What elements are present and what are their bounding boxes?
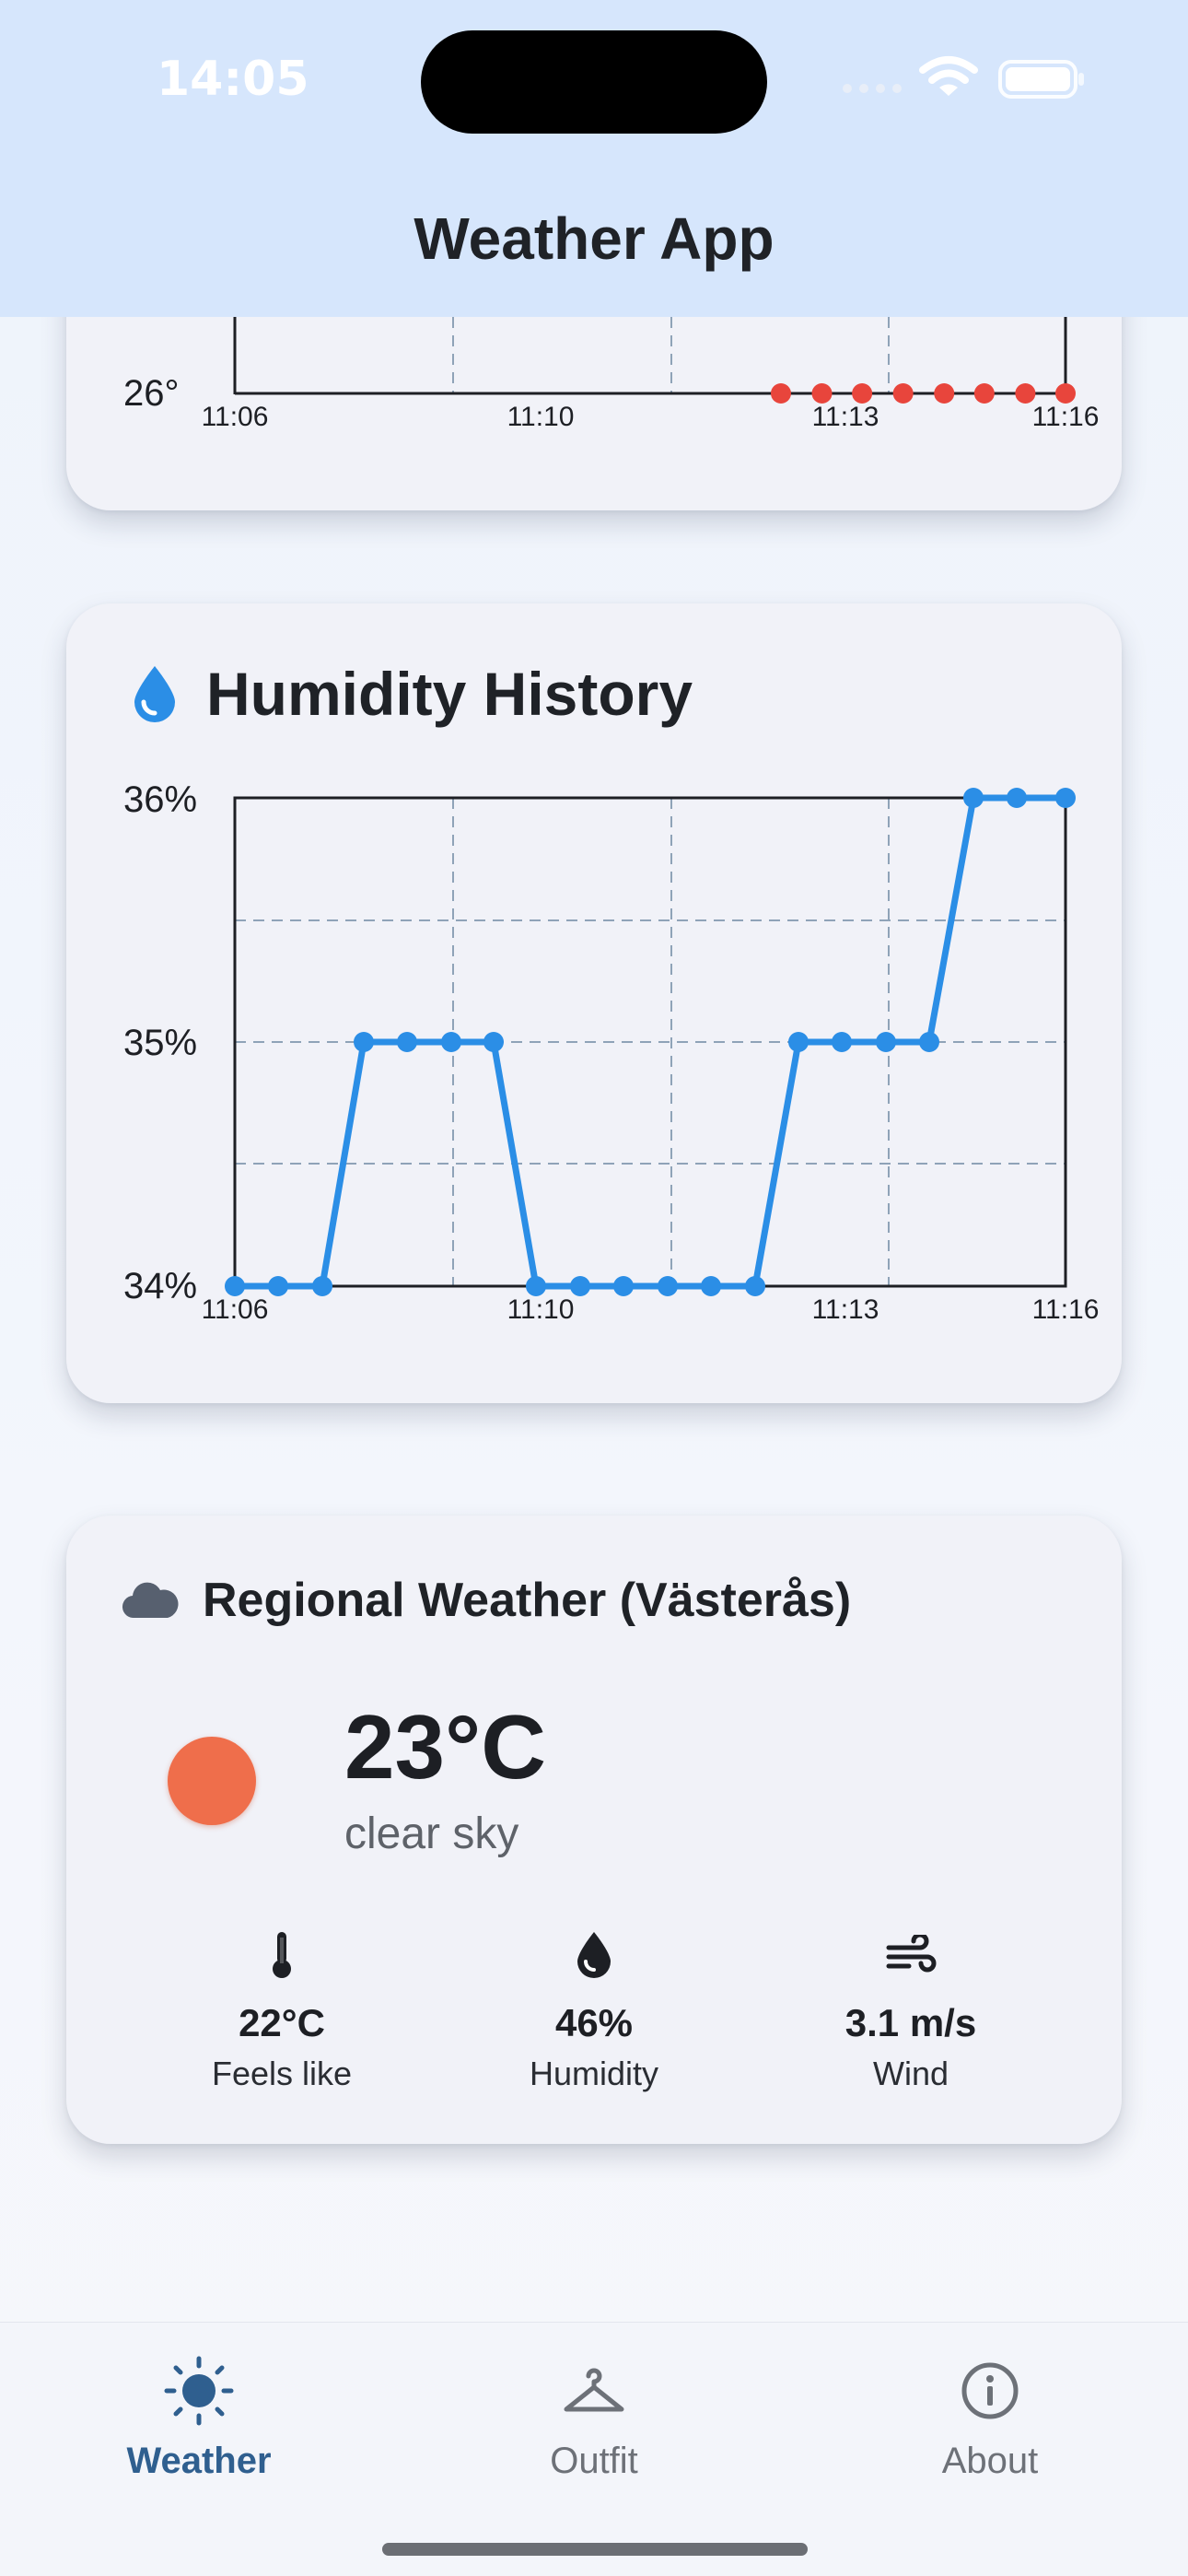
humidity-history-card: Humidity History 36% 35% 34% 11:06 11:10… <box>66 603 1122 1403</box>
stat-value: 46% <box>554 2001 634 2044</box>
wifi-icon <box>919 56 978 96</box>
data-point <box>701 1276 721 1296</box>
cloud-icon <box>122 1582 179 1619</box>
app-header: 14:05 Weather App <box>0 0 1188 317</box>
nav-label: Weather <box>126 2441 272 2481</box>
data-point <box>745 1276 765 1296</box>
data-point <box>934 383 955 404</box>
nav-label: About <box>941 2441 1039 2481</box>
data-point <box>1007 788 1027 808</box>
data-point <box>1055 788 1076 808</box>
x-tick-label: 11:06 <box>202 402 269 432</box>
stat-value: 22°C <box>239 2001 325 2044</box>
thermometer-icon <box>273 1932 291 1978</box>
sun-icon <box>164 2356 234 2426</box>
y-tick-label: 26° <box>123 373 180 414</box>
data-point <box>397 1032 417 1052</box>
data-point <box>312 1276 332 1296</box>
x-tick-label: 11:16 <box>1032 402 1100 432</box>
cellular-signal-icon <box>843 84 902 93</box>
sun-icon <box>168 1737 256 1825</box>
data-point <box>441 1032 461 1052</box>
data-point <box>963 788 984 808</box>
stat-label: Feels like <box>211 2055 353 2092</box>
nav-tab-about[interactable]: About <box>852 2345 1128 2482</box>
bottom-navigation: Weather Outfit About <box>0 2322 1188 2576</box>
x-tick-label: 11:10 <box>507 1294 575 1325</box>
home-indicator <box>382 2543 808 2556</box>
card-title: Regional Weather (Västerås) <box>203 1574 852 1627</box>
x-tick-label: 11:13 <box>812 402 879 432</box>
feels-like-stat: 22°C Feels like <box>144 1926 420 2093</box>
data-point <box>658 1276 678 1296</box>
nav-tab-outfit[interactable]: Outfit <box>456 2345 732 2482</box>
data-point <box>919 1032 939 1052</box>
data-point <box>770 383 791 404</box>
data-point <box>876 1032 896 1052</box>
battery-icon <box>998 60 1084 99</box>
data-point <box>1015 383 1036 404</box>
nav-label: Outfit <box>550 2441 638 2481</box>
data-point <box>788 1032 809 1052</box>
data-point <box>526 1276 546 1296</box>
card-header: Regional Weather (Västerås) <box>122 1573 851 1628</box>
data-point <box>852 383 873 404</box>
data-point <box>1055 383 1076 404</box>
x-tick-label: 11:16 <box>1032 1294 1100 1325</box>
y-tick-label: 34% <box>123 1266 197 1306</box>
water-drop-icon <box>577 1932 611 1978</box>
y-tick-label: 36% <box>123 779 197 820</box>
data-point <box>225 1276 245 1296</box>
data-point <box>268 1276 288 1296</box>
dynamic-island <box>421 30 767 134</box>
data-point <box>811 383 833 404</box>
status-time: 14:05 <box>157 52 309 107</box>
humidity-stat: 46% Humidity <box>456 1926 732 2093</box>
data-point <box>832 1032 852 1052</box>
data-point <box>354 1032 374 1052</box>
info-icon <box>961 2362 1019 2419</box>
x-tick-label: 11:10 <box>507 402 575 432</box>
current-temperature: 23°C <box>344 1696 546 1797</box>
nav-tab-weather[interactable]: Weather <box>61 2345 337 2482</box>
wind-stat: 3.1 m/s Wind <box>773 1926 1049 2093</box>
data-point <box>973 383 995 404</box>
stat-value: 3.1 m/s <box>844 2001 977 2044</box>
stat-label: Wind <box>872 2055 949 2092</box>
data-point <box>613 1276 634 1296</box>
x-tick-label: 11:06 <box>202 1294 269 1325</box>
humidity-chart: 36% 35% 34% 11:06 11:10 11:13 11:16 <box>123 779 1100 1325</box>
data-point <box>570 1276 590 1296</box>
regional-weather-card: Regional Weather (Västerås) 23°C clear s… <box>66 1516 1122 2144</box>
x-tick-label: 11:13 <box>812 1294 879 1325</box>
y-tick-label: 35% <box>123 1023 197 1063</box>
stat-label: Humidity <box>529 2055 659 2092</box>
data-point <box>483 1032 504 1052</box>
weather-condition: clear sky <box>344 1809 519 1858</box>
data-point <box>892 383 914 404</box>
wind-icon <box>886 1935 937 1973</box>
page-title: Weather App <box>413 205 775 272</box>
hanger-icon <box>564 2368 624 2412</box>
